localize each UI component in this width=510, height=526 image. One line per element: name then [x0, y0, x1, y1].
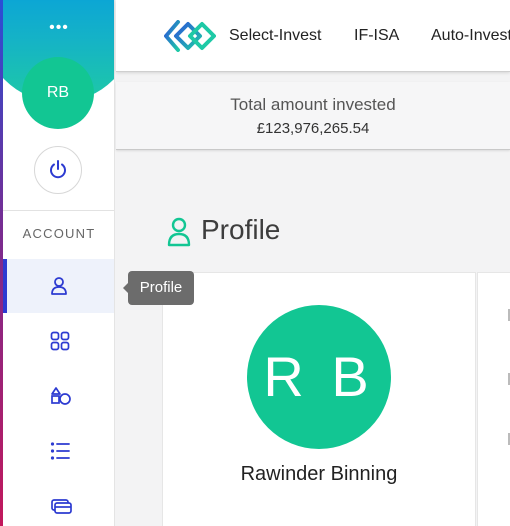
sidebar-item-portfolio[interactable] — [3, 369, 114, 423]
sidebar-divider — [3, 210, 114, 211]
card-icon — [51, 499, 72, 514]
sidebar-item-payments[interactable] — [3, 479, 114, 526]
account-section-label: ACCOUNT — [22, 226, 96, 241]
user-icon — [51, 277, 67, 295]
more-menu-dots-icon[interactable]: ••• — [3, 18, 114, 38]
top-navigation-bar: Select-Invest IF-ISA Auto-Invest — [116, 0, 510, 72]
nav-link-auto-invest[interactable]: Auto-Invest — [431, 27, 510, 45]
total-invested-value: £123,976,265.54 — [256, 120, 370, 137]
brand-logo-icon[interactable] — [164, 20, 216, 57]
profile-avatar[interactable]: R B — [247, 305, 391, 449]
nav-link-if-isa[interactable]: IF-ISA — [354, 27, 399, 45]
power-icon — [50, 160, 66, 179]
page-title: Profile — [201, 214, 281, 245]
total-invested-banner: Total amount invested £123,976,265.54 — [116, 82, 510, 150]
nav-link-select-invest[interactable]: Select-Invest — [229, 27, 321, 45]
profile-user-icon — [167, 217, 191, 247]
user-avatar[interactable]: RB — [22, 57, 94, 129]
total-invested-label: Total amount invested — [230, 95, 396, 114]
sidebar-item-profile[interactable] — [3, 259, 114, 313]
profile-card: R B Rawinder Binning — [162, 272, 476, 526]
shapes-icon — [51, 387, 71, 405]
sidebar: ••• RB ACCOUNT — [3, 0, 115, 526]
list-icon — [50, 442, 70, 460]
sidebar-item-list[interactable] — [3, 424, 114, 478]
profile-name: Rawinder Binning — [240, 463, 398, 485]
details-card-partial — [477, 272, 510, 526]
sidebar-item-dashboard[interactable] — [3, 314, 114, 368]
logout-power-button[interactable] — [34, 146, 82, 194]
grid-icon — [50, 331, 70, 351]
profile-tooltip: Profile — [123, 271, 194, 305]
